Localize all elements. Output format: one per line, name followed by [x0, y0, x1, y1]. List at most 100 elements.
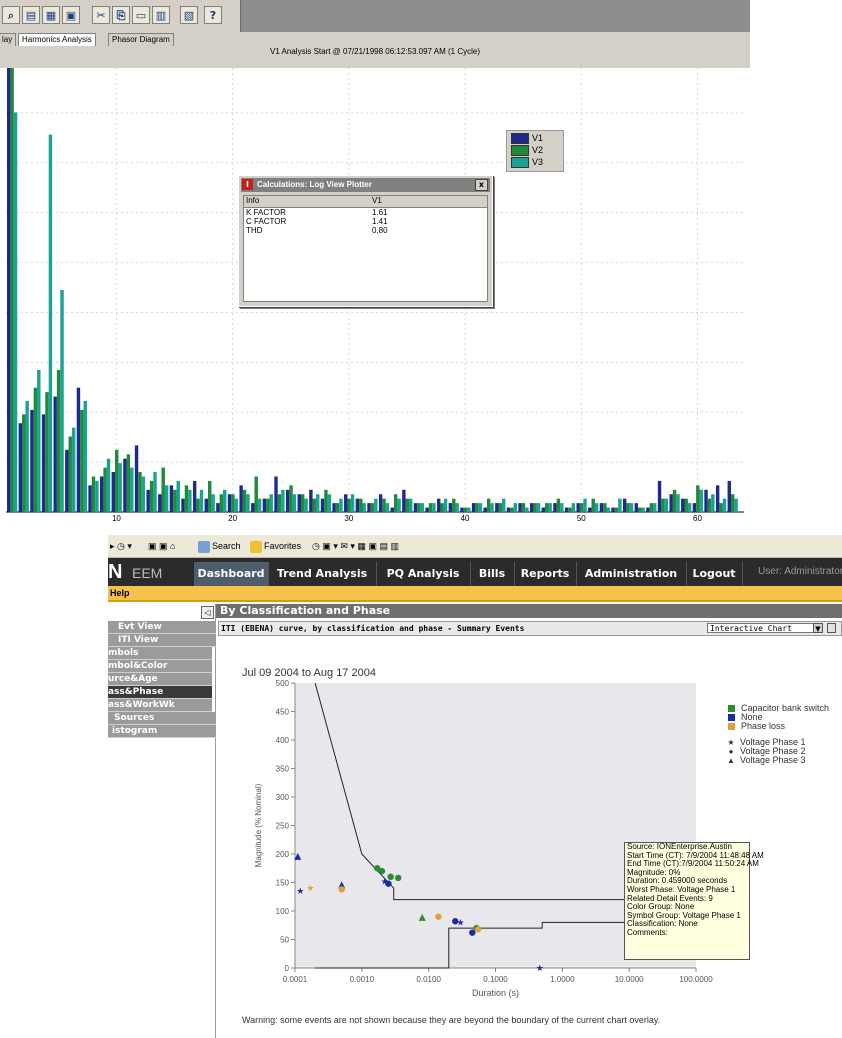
triangle-icon: ▲ — [727, 756, 735, 765]
sidebar-item-sources[interactable]: Sources — [108, 712, 218, 725]
tab-administration[interactable]: Administration — [576, 562, 687, 586]
bar — [588, 507, 592, 512]
bar — [722, 498, 727, 512]
sidebar-item-source-age[interactable]: urce&Age — [108, 673, 212, 686]
layout-icon[interactable]: ▥ — [152, 6, 170, 24]
tab-logout[interactable]: Logout — [686, 562, 743, 586]
bar — [501, 498, 506, 512]
bar — [231, 494, 235, 512]
bar — [7, 68, 11, 512]
bar — [513, 503, 518, 512]
tab-lay[interactable]: lay — [0, 33, 17, 46]
sidebar-item-class-workwk[interactable]: ass&WorkWk — [108, 699, 212, 712]
window-icon[interactable]: ▧ — [180, 6, 198, 24]
bar — [707, 498, 712, 512]
legend-label-v3: V3 — [532, 157, 544, 167]
calculations-dialog[interactable]: Calculations: Log View Plotter I x Info … — [238, 175, 493, 307]
swatch-phase-loss — [728, 723, 735, 731]
bar — [192, 480, 197, 512]
tab-phasor-diagram[interactable]: Phasor Diagram — [108, 33, 174, 46]
help-bar: Help — [108, 586, 842, 602]
sidebar-item-symbols[interactable]: mbols — [108, 647, 212, 660]
bar — [417, 503, 421, 512]
bar — [292, 494, 297, 512]
y-tick-label: 50 — [280, 936, 289, 945]
close-button[interactable]: x — [475, 179, 488, 191]
bar — [730, 494, 735, 512]
history-icon[interactable]: ◷ ▣ ▾ ✉ ▾ ▦ ▣ ▤ ▥ — [312, 539, 399, 553]
bar — [254, 476, 258, 512]
bar — [304, 498, 308, 512]
tab-harmonics-analysis[interactable]: Harmonics Analysis — [18, 33, 96, 46]
bar — [629, 503, 634, 512]
zoom-icon[interactable]: ⌕ — [2, 6, 20, 24]
table-icon[interactable]: ▤ — [22, 6, 40, 24]
tab-reports[interactable]: Reports — [514, 562, 577, 586]
data-point-circle — [435, 913, 442, 920]
search-button[interactable]: Search — [198, 539, 241, 553]
bar — [277, 494, 282, 512]
back-icon[interactable]: ▸ ◷ ▾ — [110, 539, 132, 553]
sidebar-item-class-phase[interactable]: ass&Phase — [108, 686, 212, 699]
refresh-icon[interactable]: ▣ ▣ ⌂ — [148, 539, 175, 553]
x-tick-label: 40 — [461, 514, 470, 522]
collapse-icon[interactable]: ◁ — [201, 606, 214, 619]
favorites-button[interactable]: Favorites — [250, 539, 301, 553]
tab-bills[interactable]: Bills — [470, 562, 515, 586]
bar — [13, 112, 18, 513]
calculations-title[interactable]: Calculations: Log View Plotter — [241, 178, 490, 192]
column-info: Info — [246, 196, 260, 205]
legend-label-phase3: Voltage Phase 3 — [740, 755, 806, 765]
bar — [289, 485, 293, 512]
bar — [599, 503, 604, 512]
tab-trend-analysis[interactable]: Trend Analysis — [268, 562, 377, 586]
bar — [715, 485, 720, 512]
bar — [696, 485, 700, 512]
bar — [687, 503, 692, 512]
y-tick-label: 400 — [276, 736, 290, 745]
data-point-star: ★ — [536, 964, 544, 974]
copy-icon[interactable]: ⎘ — [112, 6, 130, 24]
tooltip-line: Comments: — [627, 927, 668, 937]
bar — [18, 423, 23, 512]
bar — [432, 503, 436, 512]
bar — [300, 494, 305, 512]
sidebar-item-iti-view[interactable]: ITI View — [108, 634, 222, 647]
bar — [281, 489, 285, 512]
bar — [560, 503, 564, 512]
data-point-circle — [378, 867, 386, 875]
bar — [25, 401, 29, 512]
help-icon[interactable]: ? — [204, 6, 222, 24]
bar — [402, 489, 406, 512]
bar — [91, 476, 96, 512]
bar — [99, 476, 104, 512]
sidebar-item-histogram[interactable]: istogram — [108, 725, 216, 738]
bar — [53, 396, 57, 512]
cut-icon[interactable]: ✂ — [92, 6, 110, 24]
paste-icon[interactable]: ▭ — [132, 6, 150, 24]
data-point-star: ★ — [296, 887, 304, 897]
calculations-table: Info V1 K FACTOR 1.61 C FACTOR 1.41 THD … — [243, 195, 488, 302]
sidebar-item-evt-view[interactable]: Evt View — [108, 621, 222, 634]
tab-dashboard[interactable]: Dashboard — [194, 562, 269, 586]
bar — [266, 498, 270, 512]
help-link[interactable]: Help — [110, 586, 130, 600]
bar — [111, 472, 116, 512]
bar — [614, 507, 619, 512]
grid-icon[interactable]: ▦ — [42, 6, 60, 24]
analysis-header: V1 Analysis Start @ 07/21/1998 06:12:53.… — [0, 46, 750, 68]
main-panel: By Classification and Phase ITI (EBENA) … — [216, 604, 842, 1038]
app-icon: I — [242, 179, 253, 190]
bar — [285, 489, 290, 512]
bar — [134, 445, 139, 512]
bar — [76, 387, 81, 512]
bar — [594, 503, 599, 512]
y-tick-label: 150 — [276, 879, 290, 888]
bar — [483, 507, 487, 512]
bar — [428, 503, 433, 512]
bar — [227, 494, 232, 512]
sidebar-item-symbol-color[interactable]: mbol&Color — [108, 660, 212, 673]
chart-icon[interactable]: ▣ — [62, 6, 80, 24]
tab-pq-analysis[interactable]: PQ Analysis — [376, 562, 471, 586]
bar — [106, 458, 111, 512]
